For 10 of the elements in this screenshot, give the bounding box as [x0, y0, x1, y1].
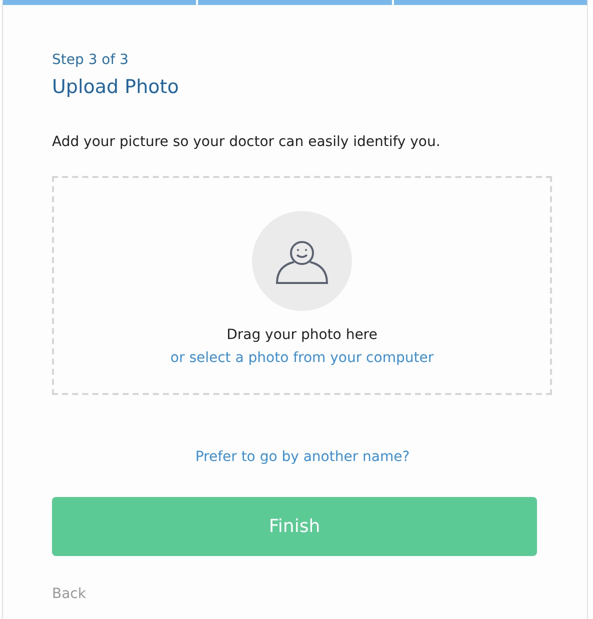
avatar-placeholder-icon	[252, 210, 352, 310]
step-indicator: Step 3 of 3	[52, 51, 130, 70]
finish-button[interactable]: Finish	[52, 496, 537, 556]
select-photo-link[interactable]: or select a photo from your computer	[170, 348, 434, 368]
back-link[interactable]: Back	[52, 584, 86, 604]
dropzone-instruction: Drag your photo here	[226, 326, 378, 344]
alternate-name-link[interactable]: Prefer to go by another name?	[195, 446, 410, 468]
description-text: Add your picture so your doctor can easily identify you.	[52, 132, 442, 152]
page-title: Upload Photo	[52, 75, 180, 100]
photo-dropzone[interactable]: Drag your photo here or select a photo from your computer	[52, 176, 552, 394]
